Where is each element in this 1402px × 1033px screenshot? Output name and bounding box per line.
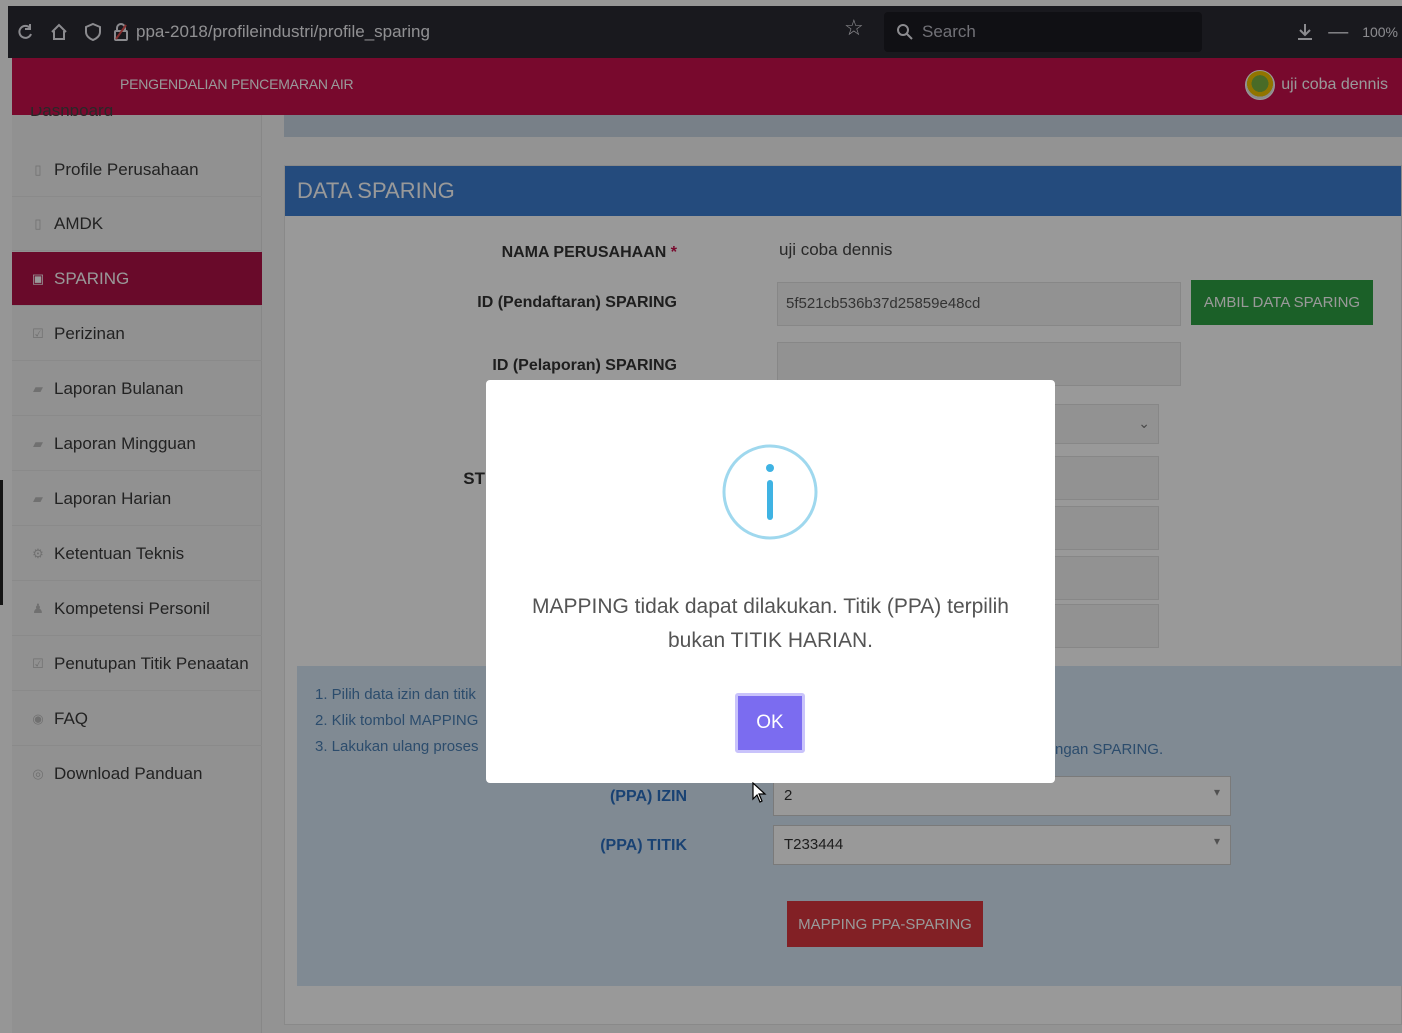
- ok-button[interactable]: OK: [735, 693, 805, 753]
- alert-message: MAPPING tidak dapat dilakukan. Titik (PP…: [532, 595, 1009, 652]
- info-icon: [722, 444, 818, 540]
- alert-dialog: MAPPING tidak dapat dilakukan. Titik (PP…: [486, 380, 1055, 783]
- screen: ppa-2018/profileindustri/profile_sparing…: [0, 0, 1402, 1033]
- mouse-cursor-icon: [752, 782, 767, 803]
